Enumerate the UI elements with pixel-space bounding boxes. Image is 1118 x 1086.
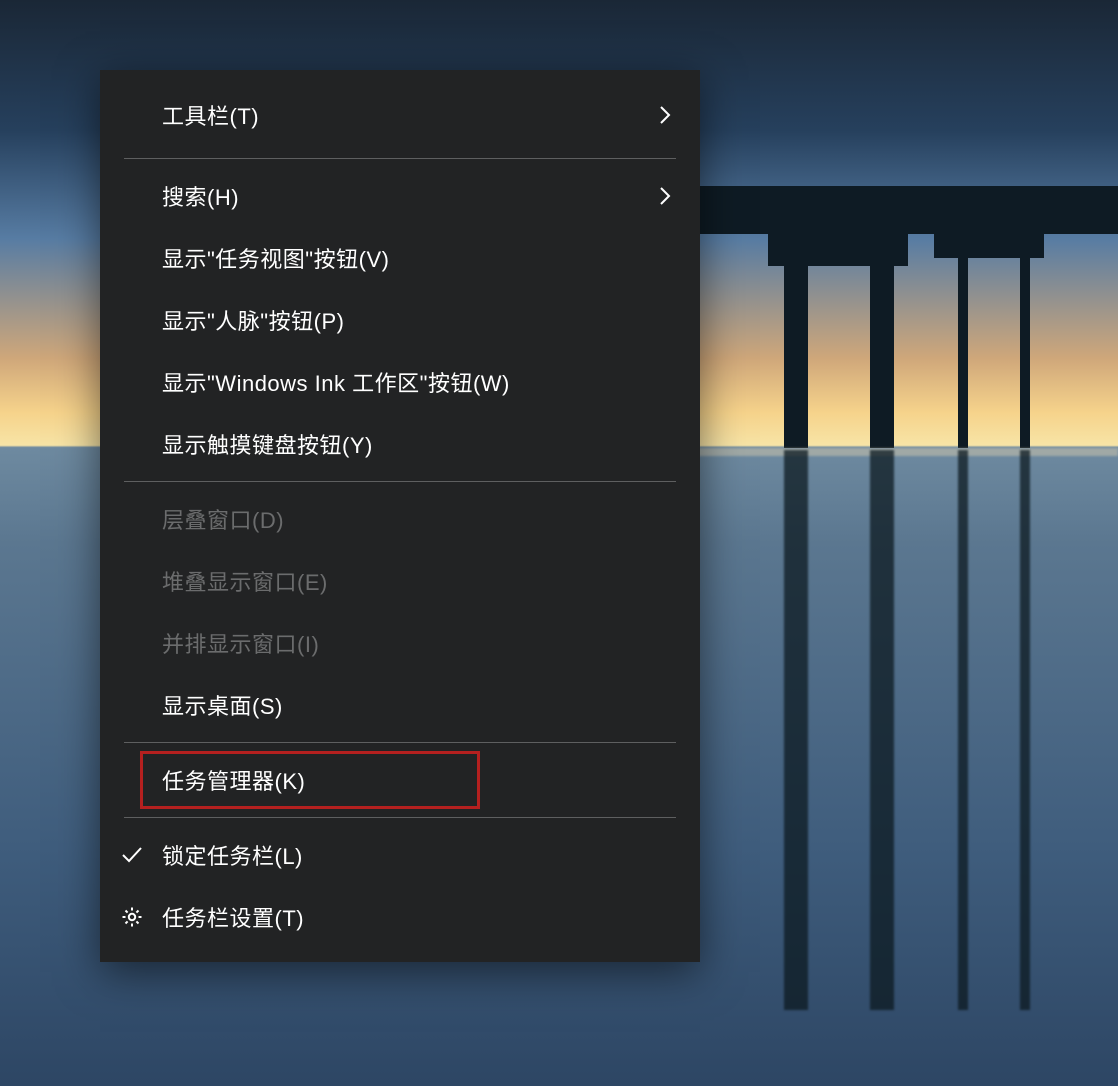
menu-item-stack: 堆叠显示窗口(E): [100, 550, 700, 612]
bridge-pier: [784, 232, 808, 448]
menu-item-label: 堆叠显示窗口(E): [162, 565, 644, 597]
menu-item-label: 任务管理器(K): [162, 764, 644, 796]
menu-item-label: 显示桌面(S): [162, 689, 644, 721]
menu-item-label: 搜索(H): [162, 180, 644, 212]
submenu-arrow-slot: [644, 185, 672, 207]
submenu-arrow-slot: [644, 104, 672, 126]
bridge-reflection: [870, 450, 894, 1010]
menu-item-lock-taskbar[interactable]: 锁定任务栏(L): [100, 824, 700, 886]
menu-item-taskbar-settings[interactable]: 任务栏设置(T): [100, 886, 700, 948]
menu-separator: [124, 817, 676, 818]
bridge-pier: [958, 232, 968, 448]
bridge-reflection: [784, 450, 808, 1010]
bridge-deck: [698, 194, 1118, 234]
menu-item-label: 并排显示窗口(I): [162, 627, 644, 659]
menu-item-label: 工具栏(T): [162, 99, 644, 131]
menu-separator: [124, 158, 676, 159]
menu-item-label: 层叠窗口(D): [162, 503, 644, 535]
bridge-reflection: [1020, 450, 1030, 1010]
menu-item-show-desktop[interactable]: 显示桌面(S): [100, 674, 700, 736]
menu-item-label: 锁定任务栏(L): [162, 839, 644, 871]
menu-item-label: 显示"任务视图"按钮(V): [162, 242, 644, 274]
menu-item-label: 任务栏设置(T): [162, 901, 644, 933]
menu-item-show-ink[interactable]: 显示"Windows Ink 工作区"按钮(W): [100, 351, 700, 413]
menu-item-label: 显示"Windows Ink 工作区"按钮(W): [162, 366, 644, 398]
chevron-right-icon: [658, 104, 672, 126]
bridge-reflection: [698, 448, 1118, 456]
menu-item-show-task-view[interactable]: 显示"任务视图"按钮(V): [100, 227, 700, 289]
bridge-reflection: [958, 450, 968, 1010]
bridge-rail: [698, 186, 1118, 194]
menu-separator: [124, 742, 676, 743]
menu-separator: [124, 481, 676, 482]
taskbar-context-menu: 工具栏(T) 搜索(H) 显示"任务视图"按钮(V) 显示"人脉"按钮(P) 显示"Wi…: [100, 70, 700, 962]
check-icon: [118, 841, 146, 869]
bridge-pier: [870, 232, 894, 448]
menu-item-task-manager[interactable]: 任务管理器(K): [100, 749, 700, 811]
menu-item-cascade: 层叠窗口(D): [100, 488, 700, 550]
menu-item-search[interactable]: 搜索(H): [100, 165, 700, 227]
bridge-pier: [1020, 232, 1030, 448]
menu-item-label: 显示"人脉"按钮(P): [162, 304, 644, 336]
chevron-right-icon: [658, 185, 672, 207]
menu-item-show-people[interactable]: 显示"人脉"按钮(P): [100, 289, 700, 351]
menu-item-toolbars[interactable]: 工具栏(T): [100, 78, 700, 152]
menu-item-label: 显示触摸键盘按钮(Y): [162, 428, 644, 460]
menu-item-show-touch-kb[interactable]: 显示触摸键盘按钮(Y): [100, 413, 700, 475]
menu-item-side-by-side: 并排显示窗口(I): [100, 612, 700, 674]
gear-icon: [118, 903, 146, 931]
